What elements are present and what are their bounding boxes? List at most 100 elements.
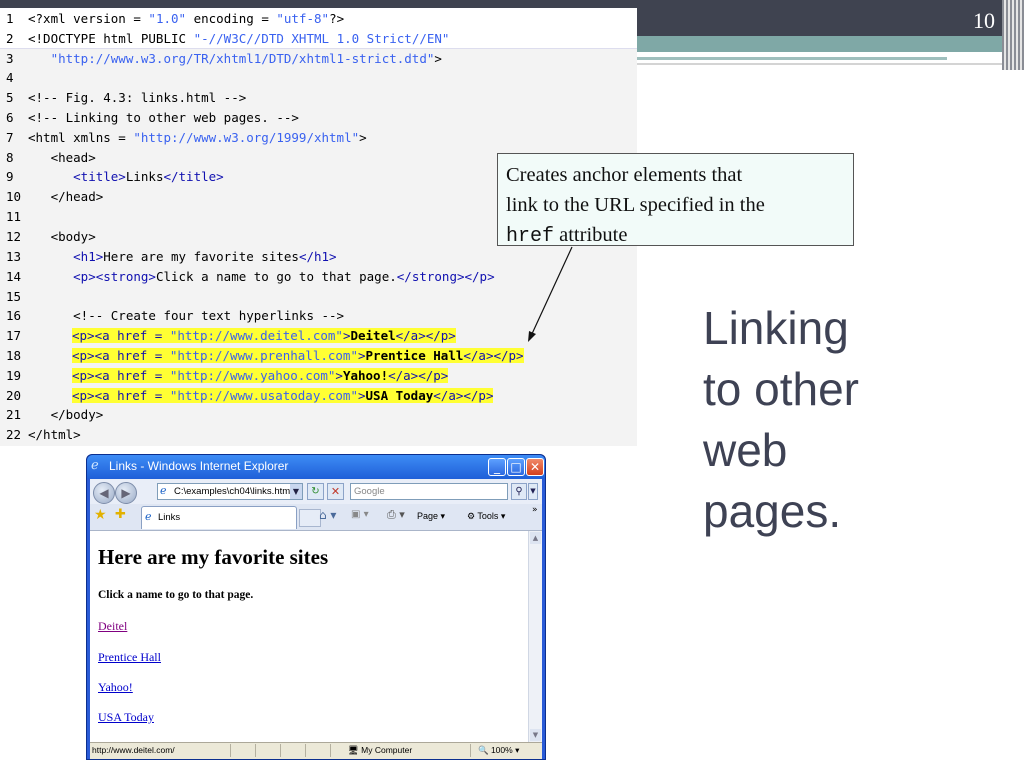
code-token: </a></p> xyxy=(433,388,494,403)
line-number: 12 xyxy=(6,229,22,244)
callout-code-term: href xyxy=(506,225,555,248)
line-number: 11 xyxy=(6,209,22,224)
line-number: 17 xyxy=(6,328,22,343)
slide-heading: Linking to other web pages. xyxy=(703,298,1003,542)
browser-window: ℯ Links - Windows Internet Explorer _ □ … xyxy=(86,454,546,760)
home-icon[interactable]: ⌂ ▾ xyxy=(319,508,336,522)
code-line-8: <head> xyxy=(28,150,96,165)
code-token: USA Today xyxy=(365,388,434,403)
line-number: 8 xyxy=(6,150,14,165)
page-instruction: Click a name to go to that page. xyxy=(98,589,254,601)
code-token: Here are my favorite sites xyxy=(103,249,299,264)
code-line-10: </head> xyxy=(28,189,104,204)
page-content: Here are my favorite sites Click a name … xyxy=(90,531,528,742)
code-line-21: </body> xyxy=(28,407,104,422)
callout-tail: attribute xyxy=(554,224,628,246)
zoom-level: 100% xyxy=(490,745,513,755)
code-line-7: <html xmlns = "http://www.w3.org/1999/xh… xyxy=(28,130,367,145)
status-zone: 🖥 My Computer xyxy=(348,745,413,755)
tab-page-icon: ℯ xyxy=(145,510,152,523)
close-button[interactable]: ✕ xyxy=(526,458,544,476)
link-yahoo[interactable]: Yahoo! xyxy=(98,680,133,695)
code-line-14: <p><strong>Click a name to go to that pa… xyxy=(28,269,494,284)
code-token: "-//W3C//DTD XHTML 1.0 Strict//EN" xyxy=(193,31,450,46)
line-number: 18 xyxy=(6,348,22,363)
slide-page-number: 10 xyxy=(973,8,995,33)
line-number: 6 xyxy=(6,110,14,125)
link-prentice-hall[interactable]: Prentice Hall xyxy=(98,650,161,665)
line-number: 22 xyxy=(6,427,22,442)
search-button[interactable]: ⚲ xyxy=(511,483,527,500)
search-options-button[interactable]: ▼ xyxy=(528,483,538,500)
line-number: 4 xyxy=(6,70,14,85)
line-number: 9 xyxy=(6,169,14,184)
back-button[interactable]: ◀ xyxy=(93,482,115,504)
forward-button[interactable]: ▶ xyxy=(115,482,137,504)
code-token: <p><a href = xyxy=(72,388,170,403)
vertical-scrollbar[interactable]: ▲ ▼ xyxy=(528,531,542,742)
address-dropdown-button[interactable]: ▼ xyxy=(290,484,302,499)
ie-logo-icon: ℯ xyxy=(91,458,99,473)
page-menu[interactable]: Page ▾ xyxy=(417,511,445,522)
link-deitel[interactable]: Deitel xyxy=(98,619,127,634)
code-token: "http://www.prenhall.com" xyxy=(169,348,358,363)
code-line-16: <!-- Create four text hyperlinks --> xyxy=(28,308,345,323)
minimize-button[interactable]: _ xyxy=(488,458,506,476)
callout-line-2: link to the URL specified in the xyxy=(506,194,765,216)
code-token: <h1> xyxy=(28,249,104,264)
refresh-button[interactable]: ↻ xyxy=(307,483,324,500)
code-token: "http://www.usatoday.com" xyxy=(169,388,358,403)
code-token: "http://www.w3.org/1999/xhtml" xyxy=(133,130,360,145)
feeds-icon[interactable]: ▣ ▾ xyxy=(351,509,369,520)
scroll-up-icon[interactable]: ▲ xyxy=(530,532,541,544)
code-token: "utf-8" xyxy=(276,11,330,26)
code-token: <p><a href = xyxy=(72,368,170,383)
code-line-19: <p><a href = "http://www.yahoo.com">Yaho… xyxy=(72,368,449,383)
slide-heading-line: Linking xyxy=(703,302,849,354)
line-number: 3 xyxy=(6,51,14,66)
scroll-down-icon[interactable]: ▼ xyxy=(530,729,541,741)
line-number: 10 xyxy=(6,189,22,204)
code-token: "http://www.w3.org/TR/xhtml1/DTD/xhtml1-… xyxy=(50,51,435,66)
print-icon[interactable]: ⎙ ▾ xyxy=(387,508,405,522)
stop-button[interactable]: ✕ xyxy=(327,483,344,500)
line-number: 2 xyxy=(6,31,14,46)
code-token: > xyxy=(358,348,366,363)
status-bar: http://www.deitel.com/ 🖥 My Computer 🔍 1… xyxy=(90,742,542,759)
page-menu-label: Page xyxy=(417,511,439,521)
code-token: <!DOCTYPE html PUBLIC xyxy=(28,31,194,46)
link-usa-today[interactable]: USA Today xyxy=(98,710,154,725)
slide-accent-line-2 xyxy=(637,63,1007,65)
tools-menu[interactable]: ⚙ Tools ▾ xyxy=(467,511,505,522)
status-divider xyxy=(305,744,306,757)
code-token: "http://www.yahoo.com" xyxy=(169,368,336,383)
line-number: 7 xyxy=(6,130,14,145)
search-input[interactable]: Google xyxy=(350,483,508,500)
line-number: 5 xyxy=(6,90,14,105)
tab-links[interactable]: Links xyxy=(141,506,297,529)
code-token: </a></p> xyxy=(388,368,449,383)
code-line-3: "http://www.w3.org/TR/xhtml1/DTD/xhtml1-… xyxy=(28,51,442,66)
code-line-1: <?xml version = "1.0" encoding = "utf-8"… xyxy=(28,11,344,26)
browser-title: Links - Windows Internet Explorer xyxy=(109,459,289,473)
status-divider xyxy=(230,744,231,757)
more-chevron-icon[interactable]: » xyxy=(532,505,538,515)
code-token: <p><strong> xyxy=(28,269,156,284)
code-token: Links xyxy=(125,169,164,184)
code-token: <?xml version = xyxy=(28,11,149,26)
zoom-control[interactable]: 🔍 100% ▾ xyxy=(478,745,519,756)
code-token: > xyxy=(359,130,367,145)
slide-stripes xyxy=(1002,0,1024,70)
code-token: Yahoo! xyxy=(342,368,389,383)
new-tab-button[interactable] xyxy=(299,509,321,527)
line-number: 21 xyxy=(6,407,22,422)
address-bar[interactable]: C:\examples\ch04\links.html xyxy=(157,483,303,500)
favorites-star-icon[interactable]: ★ xyxy=(94,507,107,523)
maximize-button[interactable]: □ xyxy=(507,458,525,476)
status-zone-label: My Computer xyxy=(361,745,413,755)
code-token: ?> xyxy=(329,11,345,26)
add-favorite-icon[interactable]: ✚ xyxy=(115,507,126,522)
code-line-13: <h1>Here are my favorite sites</h1> xyxy=(28,249,336,264)
status-divider xyxy=(255,744,256,757)
